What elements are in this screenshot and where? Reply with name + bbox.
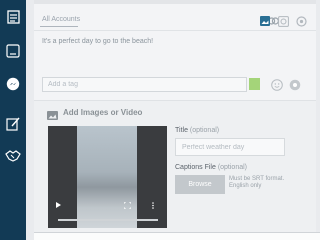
title-label: Title (optional)	[175, 127, 220, 134]
upload-icon[interactable]	[3, 41, 23, 61]
browse-button[interactable]: Browse	[175, 175, 225, 194]
bottom-bar	[34, 232, 320, 240]
document-icon[interactable]	[3, 7, 23, 27]
video-preview[interactable]	[48, 126, 167, 228]
play-icon[interactable]	[55, 201, 61, 209]
emoji-icon[interactable]	[271, 78, 283, 91]
clock-icon[interactable]	[277, 15, 289, 27]
messenger-icon[interactable]	[3, 74, 23, 94]
captions-label: Captions File (optional)	[175, 164, 247, 171]
title-input[interactable]	[175, 138, 285, 156]
handshake-icon[interactable]	[3, 145, 23, 165]
tag-input[interactable]	[42, 77, 247, 92]
beach-thumbnail	[77, 126, 137, 228]
all-accounts-tab[interactable]: All Accounts	[42, 16, 80, 23]
tab-underline	[40, 26, 78, 27]
composer-top-strip	[34, 0, 316, 4]
settings-icon[interactable]	[295, 15, 307, 27]
captions-hint: Must be SRT format. English only	[229, 176, 285, 189]
tab-divider	[34, 30, 316, 31]
tag-add-button[interactable]	[249, 78, 260, 90]
image-icon	[47, 107, 58, 120]
video-progress-bar[interactable]	[58, 219, 158, 221]
gear-icon[interactable]	[289, 78, 301, 91]
post-text[interactable]: It's a perfect day to go to the beach!	[42, 38, 153, 45]
image-icon[interactable]	[259, 15, 271, 27]
sidebar	[0, 0, 26, 240]
media-heading: Add Images or Video	[63, 108, 143, 117]
more-options-icon[interactable]	[150, 201, 156, 209]
fullscreen-icon[interactable]	[123, 201, 131, 209]
compose-icon[interactable]	[3, 114, 23, 134]
